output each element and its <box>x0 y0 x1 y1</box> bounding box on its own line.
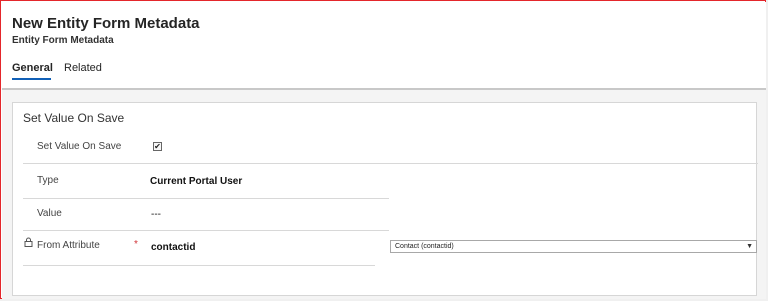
section-set-value-on-save: Set Value On Save Set Value On Save ✔ Ty… <box>12 102 758 296</box>
required-indicator: * <box>134 239 138 250</box>
set-value-on-save-label: Set Value On Save <box>37 141 122 152</box>
value-label: Value <box>37 208 62 219</box>
from-attribute-label: From Attribute <box>37 240 100 251</box>
tab-general[interactable]: General <box>12 62 53 74</box>
value-field[interactable]: --- <box>151 209 161 220</box>
form-body: Set Value On Save Set Value On Save ✔ Ty… <box>2 90 766 299</box>
form-header: New Entity Form Metadata Entity Form Met… <box>2 2 766 90</box>
row-divider <box>23 198 389 199</box>
type-label: Type <box>37 175 59 186</box>
page-subtitle: Entity Form Metadata <box>12 35 114 46</box>
section-title: Set Value On Save <box>23 111 125 125</box>
row-divider <box>23 163 758 164</box>
from-attribute-select[interactable]: Contact (contactid) ▼ <box>390 240 757 253</box>
row-divider <box>23 265 375 266</box>
lock-icon <box>24 237 33 247</box>
from-attribute-select-value: Contact (contactid) <box>395 243 454 250</box>
window-frame: New Entity Form Metadata Entity Form Met… <box>0 0 766 299</box>
type-value[interactable]: Current Portal User <box>150 176 242 187</box>
from-attribute-value[interactable]: contactid <box>151 242 195 253</box>
tab-related[interactable]: Related <box>64 62 102 74</box>
active-tab-indicator <box>12 78 51 80</box>
row-divider <box>23 230 389 231</box>
chevron-down-icon[interactable]: ▼ <box>746 241 753 252</box>
page-title: New Entity Form Metadata <box>12 15 200 32</box>
set-value-on-save-checkbox[interactable]: ✔ <box>153 142 162 151</box>
